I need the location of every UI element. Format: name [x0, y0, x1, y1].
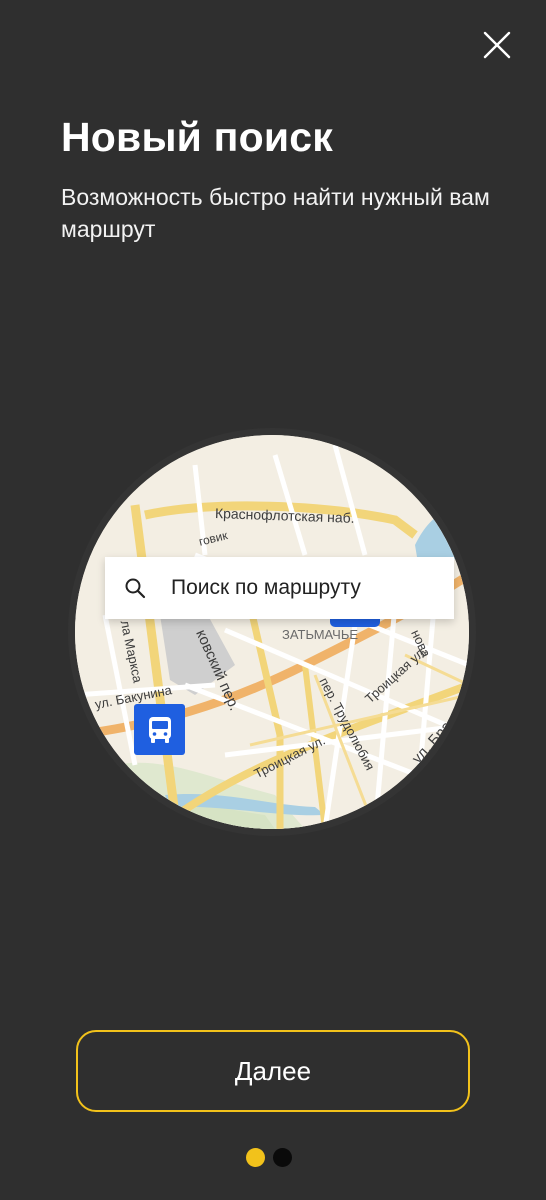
route-search-illustration: Краснофлотская наб. говик ЗАТЬМАЧЬЕ ла М… [68, 428, 476, 836]
page-subtitle: Возможность быстро найти нужный вам марш… [61, 184, 490, 242]
map-circle: Краснофлотская наб. говик ЗАТЬМАЧЬЕ ла М… [75, 435, 469, 829]
next-button-label: Далее [234, 1055, 312, 1086]
route-search-bar[interactable]: Поиск по маршруту [105, 557, 454, 619]
page-title: Новый поиск [61, 114, 334, 160]
bus-icon [148, 716, 171, 743]
search-placeholder: Поиск по маршруту [171, 576, 361, 599]
map-label-district: ЗАТЬМАЧЬЕ [282, 627, 359, 642]
page-dot-active [246, 1148, 265, 1167]
page-dot-inactive [273, 1148, 292, 1167]
bus-stop-marker [134, 704, 185, 755]
next-button[interactable]: Далее [76, 1030, 470, 1112]
close-button[interactable] [478, 26, 516, 64]
close-icon [483, 31, 511, 59]
page-indicator [246, 1148, 292, 1167]
search-icon [124, 577, 146, 599]
